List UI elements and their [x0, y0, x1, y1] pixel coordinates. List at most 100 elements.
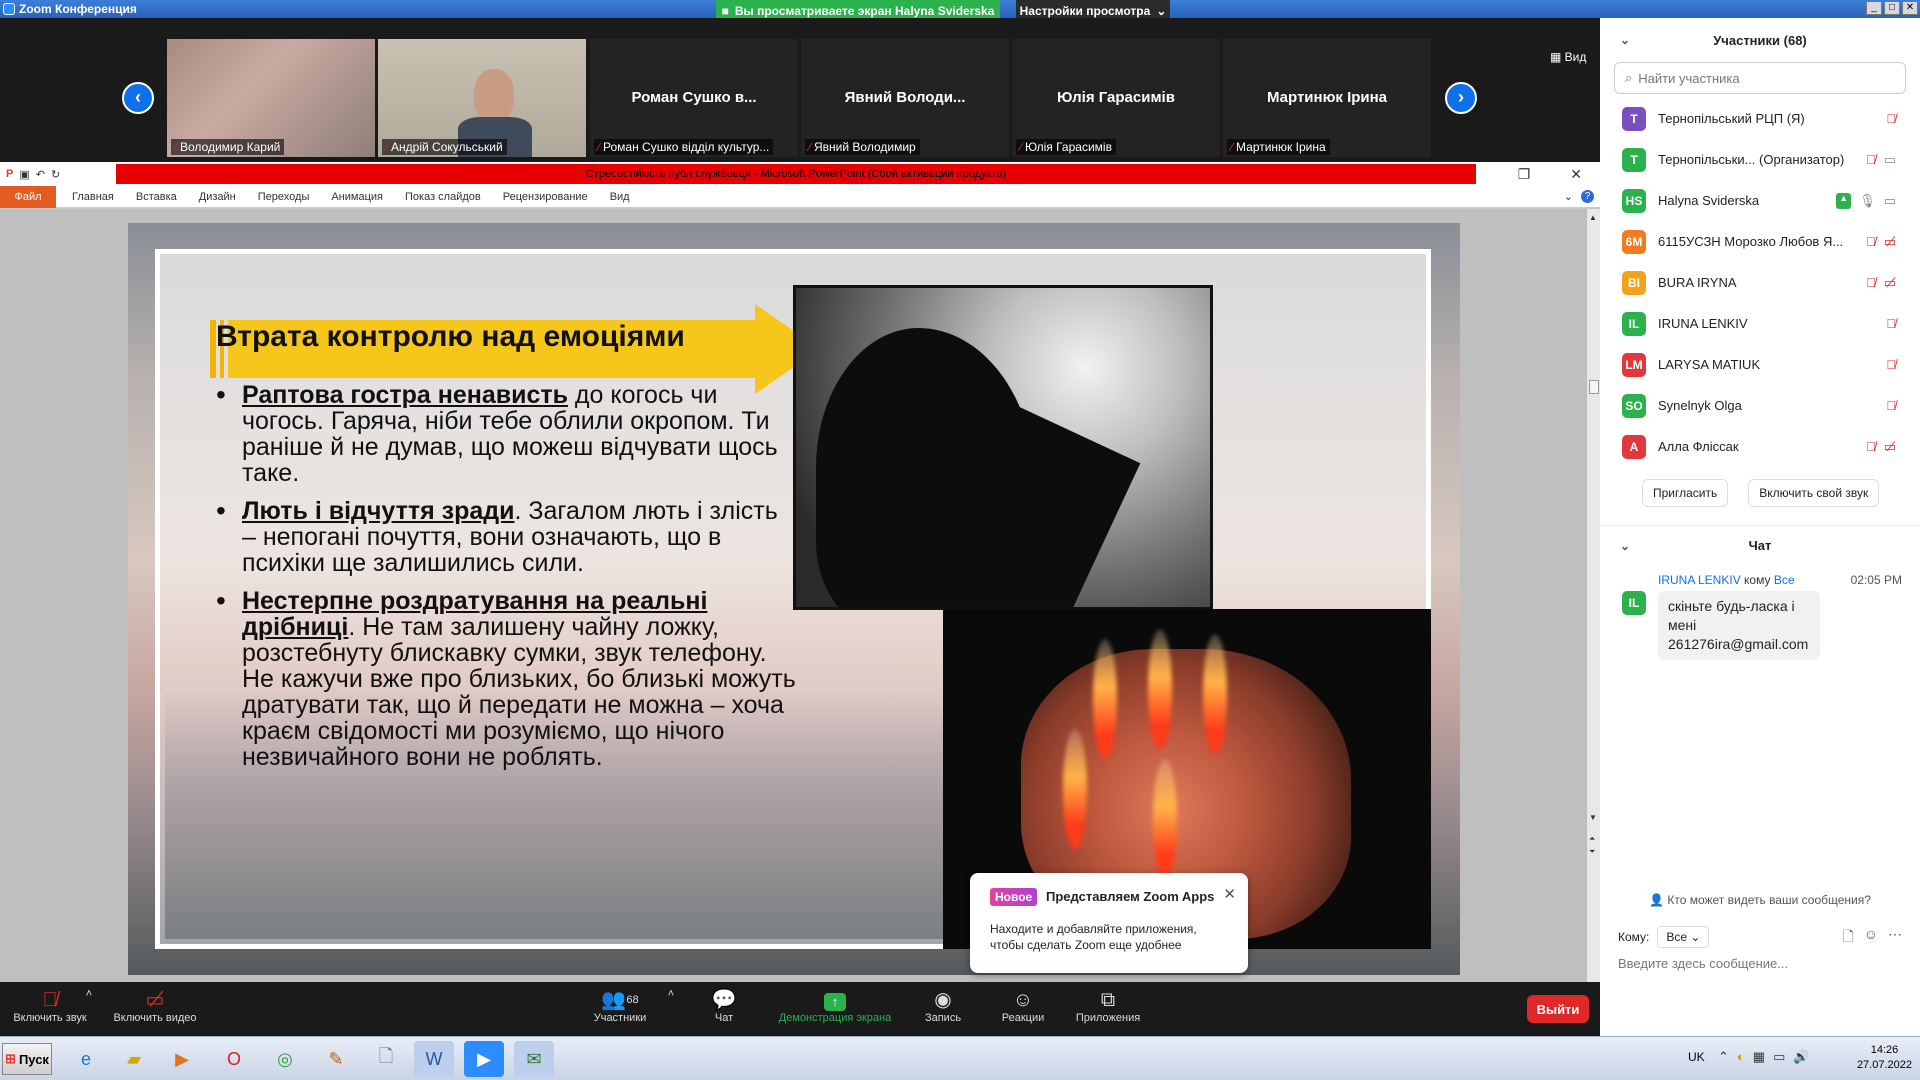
- audio-options-button[interactable]: ˄: [82, 988, 96, 1000]
- opera-icon[interactable]: O: [214, 1041, 254, 1077]
- scroll-thumb[interactable]: [1589, 380, 1599, 394]
- ribbon-tab[interactable]: Показ слайдов: [405, 191, 481, 203]
- leave-button[interactable]: Выйти: [1527, 995, 1589, 1023]
- next-slide-icon[interactable]: ⏷: [1589, 847, 1595, 857]
- participant-search-input[interactable]: ⌕ Найти участника: [1614, 62, 1906, 94]
- video-tile[interactable]: Мартинюк Ірина ⁄ Мартинюк Ірина: [1223, 39, 1431, 157]
- unmute-me-button[interactable]: Включить свой звук: [1748, 479, 1880, 507]
- mic-muted-icon[interactable]: 🎙̸: [1866, 275, 1876, 291]
- message-sender[interactable]: IRUNA LENKIV: [1658, 573, 1741, 587]
- participant-row[interactable]: T Тернопільський РЦП (Я) 🎙̸: [1600, 98, 1920, 139]
- zoom-icon[interactable]: ▶: [464, 1041, 504, 1077]
- camera-off-icon[interactable]: ▭̸: [1884, 439, 1896, 455]
- redo-icon[interactable]: ↻: [51, 168, 60, 181]
- video-tile[interactable]: Явний Володи... ⁄ Явний Володимир: [801, 39, 1009, 157]
- help-icon[interactable]: ?: [1581, 190, 1594, 203]
- record-button[interactable]: ◉ Запись: [920, 988, 966, 1024]
- mic-muted-icon[interactable]: 🎙̸: [1886, 316, 1896, 331]
- invite-button[interactable]: Пригласить: [1642, 479, 1729, 507]
- language-indicator[interactable]: UK: [1688, 1050, 1705, 1064]
- participant-row[interactable]: SO Synelnyk Olga 🎙̸: [1600, 385, 1920, 426]
- camera-off-icon[interactable]: ▭̸: [1884, 234, 1896, 250]
- mic-muted-icon[interactable]: 🎙̸: [1866, 234, 1876, 250]
- chevron-down-icon[interactable]: ⌄: [1620, 539, 1630, 553]
- close-icon[interactable]: ✕: [1223, 885, 1236, 903]
- network-icon[interactable]: ▦: [1753, 1049, 1765, 1065]
- chat-input[interactable]: Введите здесь сообщение...: [1618, 956, 1788, 971]
- video-tile[interactable]: Юлія Гарасимів ⁄ Юлія Гарасимів: [1012, 39, 1220, 157]
- ribbon-tab[interactable]: Главная: [72, 191, 114, 203]
- participant-row[interactable]: HS Halyna Sviderska ▲ 🎙 ▭: [1600, 180, 1920, 221]
- prev-page-button[interactable]: ‹: [122, 82, 154, 114]
- document-icon[interactable]: 🗋: [366, 1041, 406, 1077]
- participant-row[interactable]: 6M 6115УСЗН Морозко Любов Я... 🎙̸ ▭̸: [1600, 221, 1920, 262]
- ribbon-tab[interactable]: Вид: [610, 191, 630, 203]
- media-player-icon[interactable]: ▶: [162, 1041, 202, 1077]
- participant-row[interactable]: A Алла Фліссак 🎙̸ ▭̸: [1600, 426, 1920, 467]
- chat-button[interactable]: 💬 Чат: [706, 988, 742, 1024]
- file-icon[interactable]: 🗋: [1842, 926, 1853, 950]
- reactions-button[interactable]: ☺ Реакции: [998, 988, 1048, 1024]
- ie-icon[interactable]: e: [66, 1041, 106, 1077]
- participant-row[interactable]: T Тернопільськи... (Организатор) 🎙̸ ▭: [1600, 139, 1920, 180]
- utility-icon[interactable]: ✉: [514, 1041, 554, 1077]
- recipient-select[interactable]: Все ⌄: [1657, 926, 1710, 948]
- camera-icon[interactable]: ▭: [1884, 193, 1896, 209]
- chevron-down-icon[interactable]: ⌄: [1620, 33, 1630, 47]
- participant-row[interactable]: LM LARYSA MATIUK 🎙̸: [1600, 344, 1920, 385]
- participant-row[interactable]: BI BURA IRYNA 🎙̸ ▭̸: [1600, 262, 1920, 303]
- save-icon[interactable]: ▣: [19, 168, 29, 181]
- restore-icon[interactable]: ❐: [1518, 166, 1531, 183]
- chrome-icon[interactable]: ◎: [265, 1041, 305, 1077]
- vertical-scrollbar[interactable]: ▲ ▼ ⏶ ⏷: [1586, 209, 1600, 982]
- file-tab[interactable]: Файл: [0, 185, 56, 208]
- ribbon-tab[interactable]: Вставка: [136, 191, 177, 203]
- next-page-button[interactable]: ›: [1445, 82, 1477, 114]
- undo-icon[interactable]: ↶: [36, 168, 45, 181]
- participants-options-button[interactable]: ˄: [664, 988, 678, 1000]
- message-recipient[interactable]: Все: [1774, 573, 1795, 587]
- more-icon[interactable]: ⋯: [1888, 926, 1902, 950]
- clock[interactable]: 14:26 27.07.2022: [1857, 1043, 1912, 1073]
- paint-icon[interactable]: ✎: [316, 1041, 356, 1077]
- mic-muted-icon[interactable]: 🎙̸: [1886, 398, 1896, 413]
- ribbon-tab[interactable]: Дизайн: [199, 191, 236, 203]
- mic-muted-icon[interactable]: 🎙̸: [1866, 439, 1876, 455]
- folder-icon[interactable]: ▰: [114, 1041, 154, 1077]
- share-screen-button[interactable]: ↑ Демонстрация экрана: [770, 988, 900, 1024]
- mic-muted-icon[interactable]: 🎙̸: [1886, 111, 1896, 126]
- close-button[interactable]: ✕: [1902, 1, 1918, 15]
- prev-slide-icon[interactable]: ⏶: [1589, 834, 1595, 844]
- security-icon[interactable]: ◐: [1737, 1049, 1745, 1065]
- minimize-button[interactable]: _: [1866, 1, 1882, 15]
- ribbon-tab[interactable]: Анимация: [331, 191, 383, 203]
- video-tile[interactable]: Роман Сушко в... ⁄ Роман Сушко відділ кул…: [590, 39, 798, 157]
- start-button[interactable]: ⊞ Пуск: [2, 1043, 52, 1075]
- mic-icon[interactable]: 🎙: [1859, 193, 1876, 209]
- maximize-button[interactable]: □: [1884, 1, 1900, 15]
- mic-muted-icon[interactable]: 🎙̸: [1866, 152, 1876, 168]
- word-icon[interactable]: W: [414, 1041, 454, 1077]
- tray-expand-icon[interactable]: ⌃: [1718, 1049, 1729, 1065]
- video-tile[interactable]: ⁄ Володимир Карий: [167, 39, 375, 157]
- participant-row[interactable]: IL IRUNA LENKIV 🎙̸: [1600, 303, 1920, 344]
- emoji-icon[interactable]: ☺: [1864, 926, 1878, 950]
- view-button[interactable]: ▦ Вид: [1550, 50, 1586, 64]
- collapse-ribbon-icon[interactable]: ⌄: [1564, 190, 1573, 203]
- display-icon[interactable]: ▭: [1773, 1049, 1785, 1065]
- camera-icon[interactable]: ▭: [1884, 152, 1896, 168]
- scroll-up-icon[interactable]: ▲: [1589, 213, 1597, 222]
- scroll-down-icon[interactable]: ▼: [1589, 813, 1597, 822]
- video-tile[interactable]: ⁄ Андрій Сокульський: [378, 39, 586, 157]
- audio-button[interactable]: 🎙̸ Включить звук: [10, 988, 90, 1024]
- apps-button[interactable]: ⧉ Приложения: [1070, 988, 1146, 1024]
- who-can-see-link[interactable]: 👤 Кто может видеть ваши сообщения?: [1600, 893, 1920, 907]
- ribbon-tab[interactable]: Переходы: [258, 191, 310, 203]
- close-icon[interactable]: ✕: [1570, 166, 1582, 183]
- mic-muted-icon[interactable]: 🎙̸: [1886, 357, 1896, 372]
- participants-button[interactable]: 👥68 Участники: [588, 988, 652, 1024]
- ribbon-tab[interactable]: Рецензирование: [503, 191, 588, 203]
- volume-icon[interactable]: 🔊: [1793, 1049, 1809, 1065]
- video-button[interactable]: ▭̸ Включить видео: [108, 988, 202, 1024]
- camera-off-icon[interactable]: ▭̸: [1884, 275, 1896, 291]
